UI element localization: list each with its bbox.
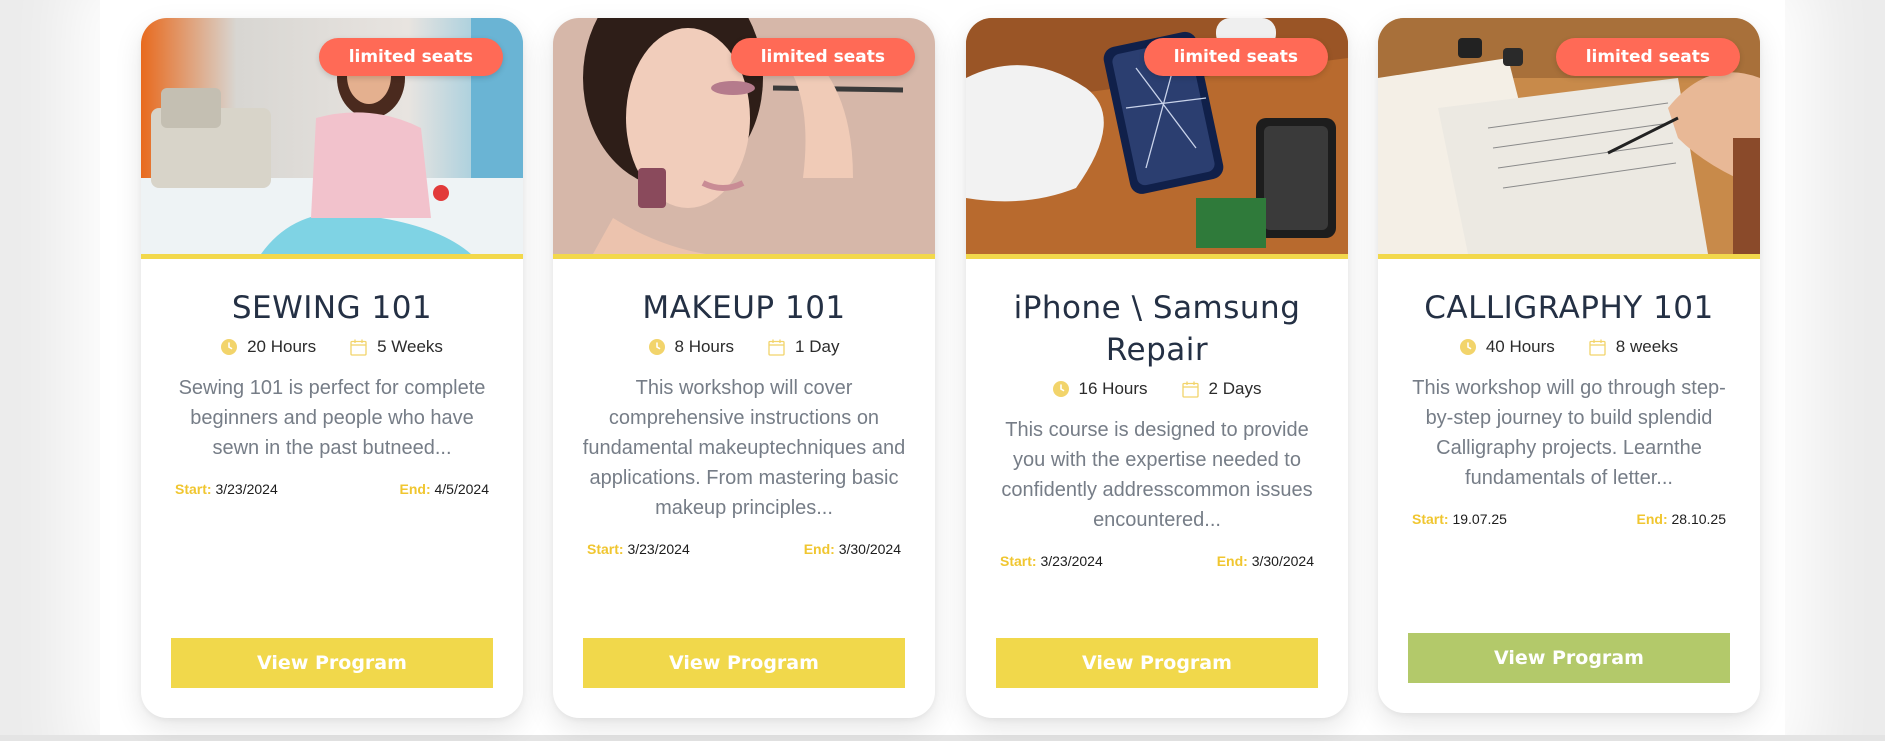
duration-text: 1 Day	[795, 337, 840, 356]
limited-seats-badge: limited seats	[318, 38, 503, 76]
end-date: End: 3/30/2024	[1216, 553, 1314, 569]
duration-text: 8 weeks	[1615, 337, 1679, 356]
hours-text: 16 Hours	[1078, 379, 1148, 398]
start-date: Start: 3/23/2024	[1000, 553, 1103, 569]
limited-seats-badge: limited seats	[730, 38, 915, 76]
program-card-phone-repair: limited seats iPhone \ Samsung Repair 16…	[966, 18, 1348, 718]
view-program-button[interactable]: View Program	[171, 638, 493, 688]
start-date: Start: 19.07.25	[1412, 511, 1507, 527]
duration-meta: 5 Weeks	[350, 337, 443, 357]
program-meta: 20 Hours 5 Weeks	[165, 337, 499, 357]
calendar-icon	[350, 339, 367, 356]
duration-text: 5 Weeks	[377, 337, 443, 356]
calligraphy-photo[interactable]: limited seats	[1378, 18, 1760, 259]
program-dates: Start: 3/23/2024 End: 3/30/2024	[577, 541, 911, 557]
program-description: This workshop will go through step-by-st…	[1412, 377, 1726, 489]
hours-meta: 40 Hours	[1459, 337, 1555, 357]
clock-icon	[221, 339, 238, 355]
program-meta: 40 Hours 8 weeks	[1402, 337, 1736, 357]
bottom-divider	[0, 735, 1885, 741]
hours-meta: 20 Hours	[221, 337, 316, 357]
program-title: MAKEUP 101	[642, 290, 846, 326]
program-meta: 16 Hours 2 Days	[990, 379, 1324, 399]
program-card-makeup: limited seats MAKEUP 101 8 Hours 1 Day T…	[553, 18, 935, 718]
end-date: End: 28.10.25	[1636, 511, 1727, 527]
calendar-icon	[1589, 339, 1606, 356]
program-description: This workshop will cover comprehensive i…	[582, 377, 906, 519]
duration-meta: 2 Days	[1181, 379, 1262, 399]
program-title: SEWING 101	[231, 290, 433, 326]
view-program-button[interactable]: View Program	[583, 638, 905, 688]
program-dates: Start: 3/23/2024 End: 3/30/2024	[990, 553, 1324, 569]
view-program-button[interactable]: View Program	[996, 638, 1318, 688]
program-description: Sewing 101 is perfect for complete begin…	[178, 377, 486, 459]
makeup-photo[interactable]: limited seats	[553, 18, 935, 259]
program-card-sewing: limited seats SEWING 101 20 Hours 5 Week…	[141, 18, 523, 718]
duration-meta: 8 weeks	[1589, 337, 1678, 357]
calendar-icon	[1181, 381, 1199, 398]
end-date: End: 4/5/2024	[399, 481, 490, 497]
start-date: Start: 3/23/2024	[175, 481, 278, 497]
hours-meta: 8 Hours	[648, 337, 735, 357]
program-title: CALLIGRAPHY 101	[1424, 290, 1714, 326]
start-date: Start: 3/23/2024	[587, 541, 690, 557]
end-date: End: 3/30/2024	[803, 541, 901, 557]
duration-text: 2 Days	[1208, 379, 1262, 398]
clock-icon	[1459, 339, 1476, 355]
clock-icon	[1052, 381, 1069, 397]
program-dates: Start: 19.07.25 End: 28.10.25	[1402, 511, 1736, 527]
program-cards: limited seats SEWING 101 20 Hours 5 Week…	[141, 18, 1761, 718]
calendar-icon	[768, 339, 785, 356]
program-dates: Start: 3/23/2024 End: 4/5/2024	[165, 481, 499, 497]
phone-repair-photo[interactable]: limited seats	[966, 18, 1348, 259]
sewing-photo[interactable]: limited seats	[141, 18, 523, 259]
program-title: iPhone \ Samsung Repair	[1013, 290, 1301, 368]
hours-text: 40 Hours	[1485, 337, 1555, 356]
hours-meta: 16 Hours	[1052, 379, 1148, 399]
duration-meta: 1 Day	[768, 337, 839, 357]
program-description: This course is designed to provide you w…	[1001, 419, 1313, 531]
limited-seats-badge: limited seats	[1555, 38, 1740, 76]
hours-text: 8 Hours	[674, 337, 735, 356]
hours-text: 20 Hours	[247, 337, 317, 356]
program-card-calligraphy: limited seats CALLIGRAPHY 101 40 Hours 8…	[1378, 18, 1760, 713]
program-meta: 8 Hours 1 Day	[577, 337, 911, 357]
view-program-button[interactable]: View Program	[1408, 633, 1730, 683]
clock-icon	[648, 339, 665, 355]
limited-seats-badge: limited seats	[1143, 38, 1328, 76]
